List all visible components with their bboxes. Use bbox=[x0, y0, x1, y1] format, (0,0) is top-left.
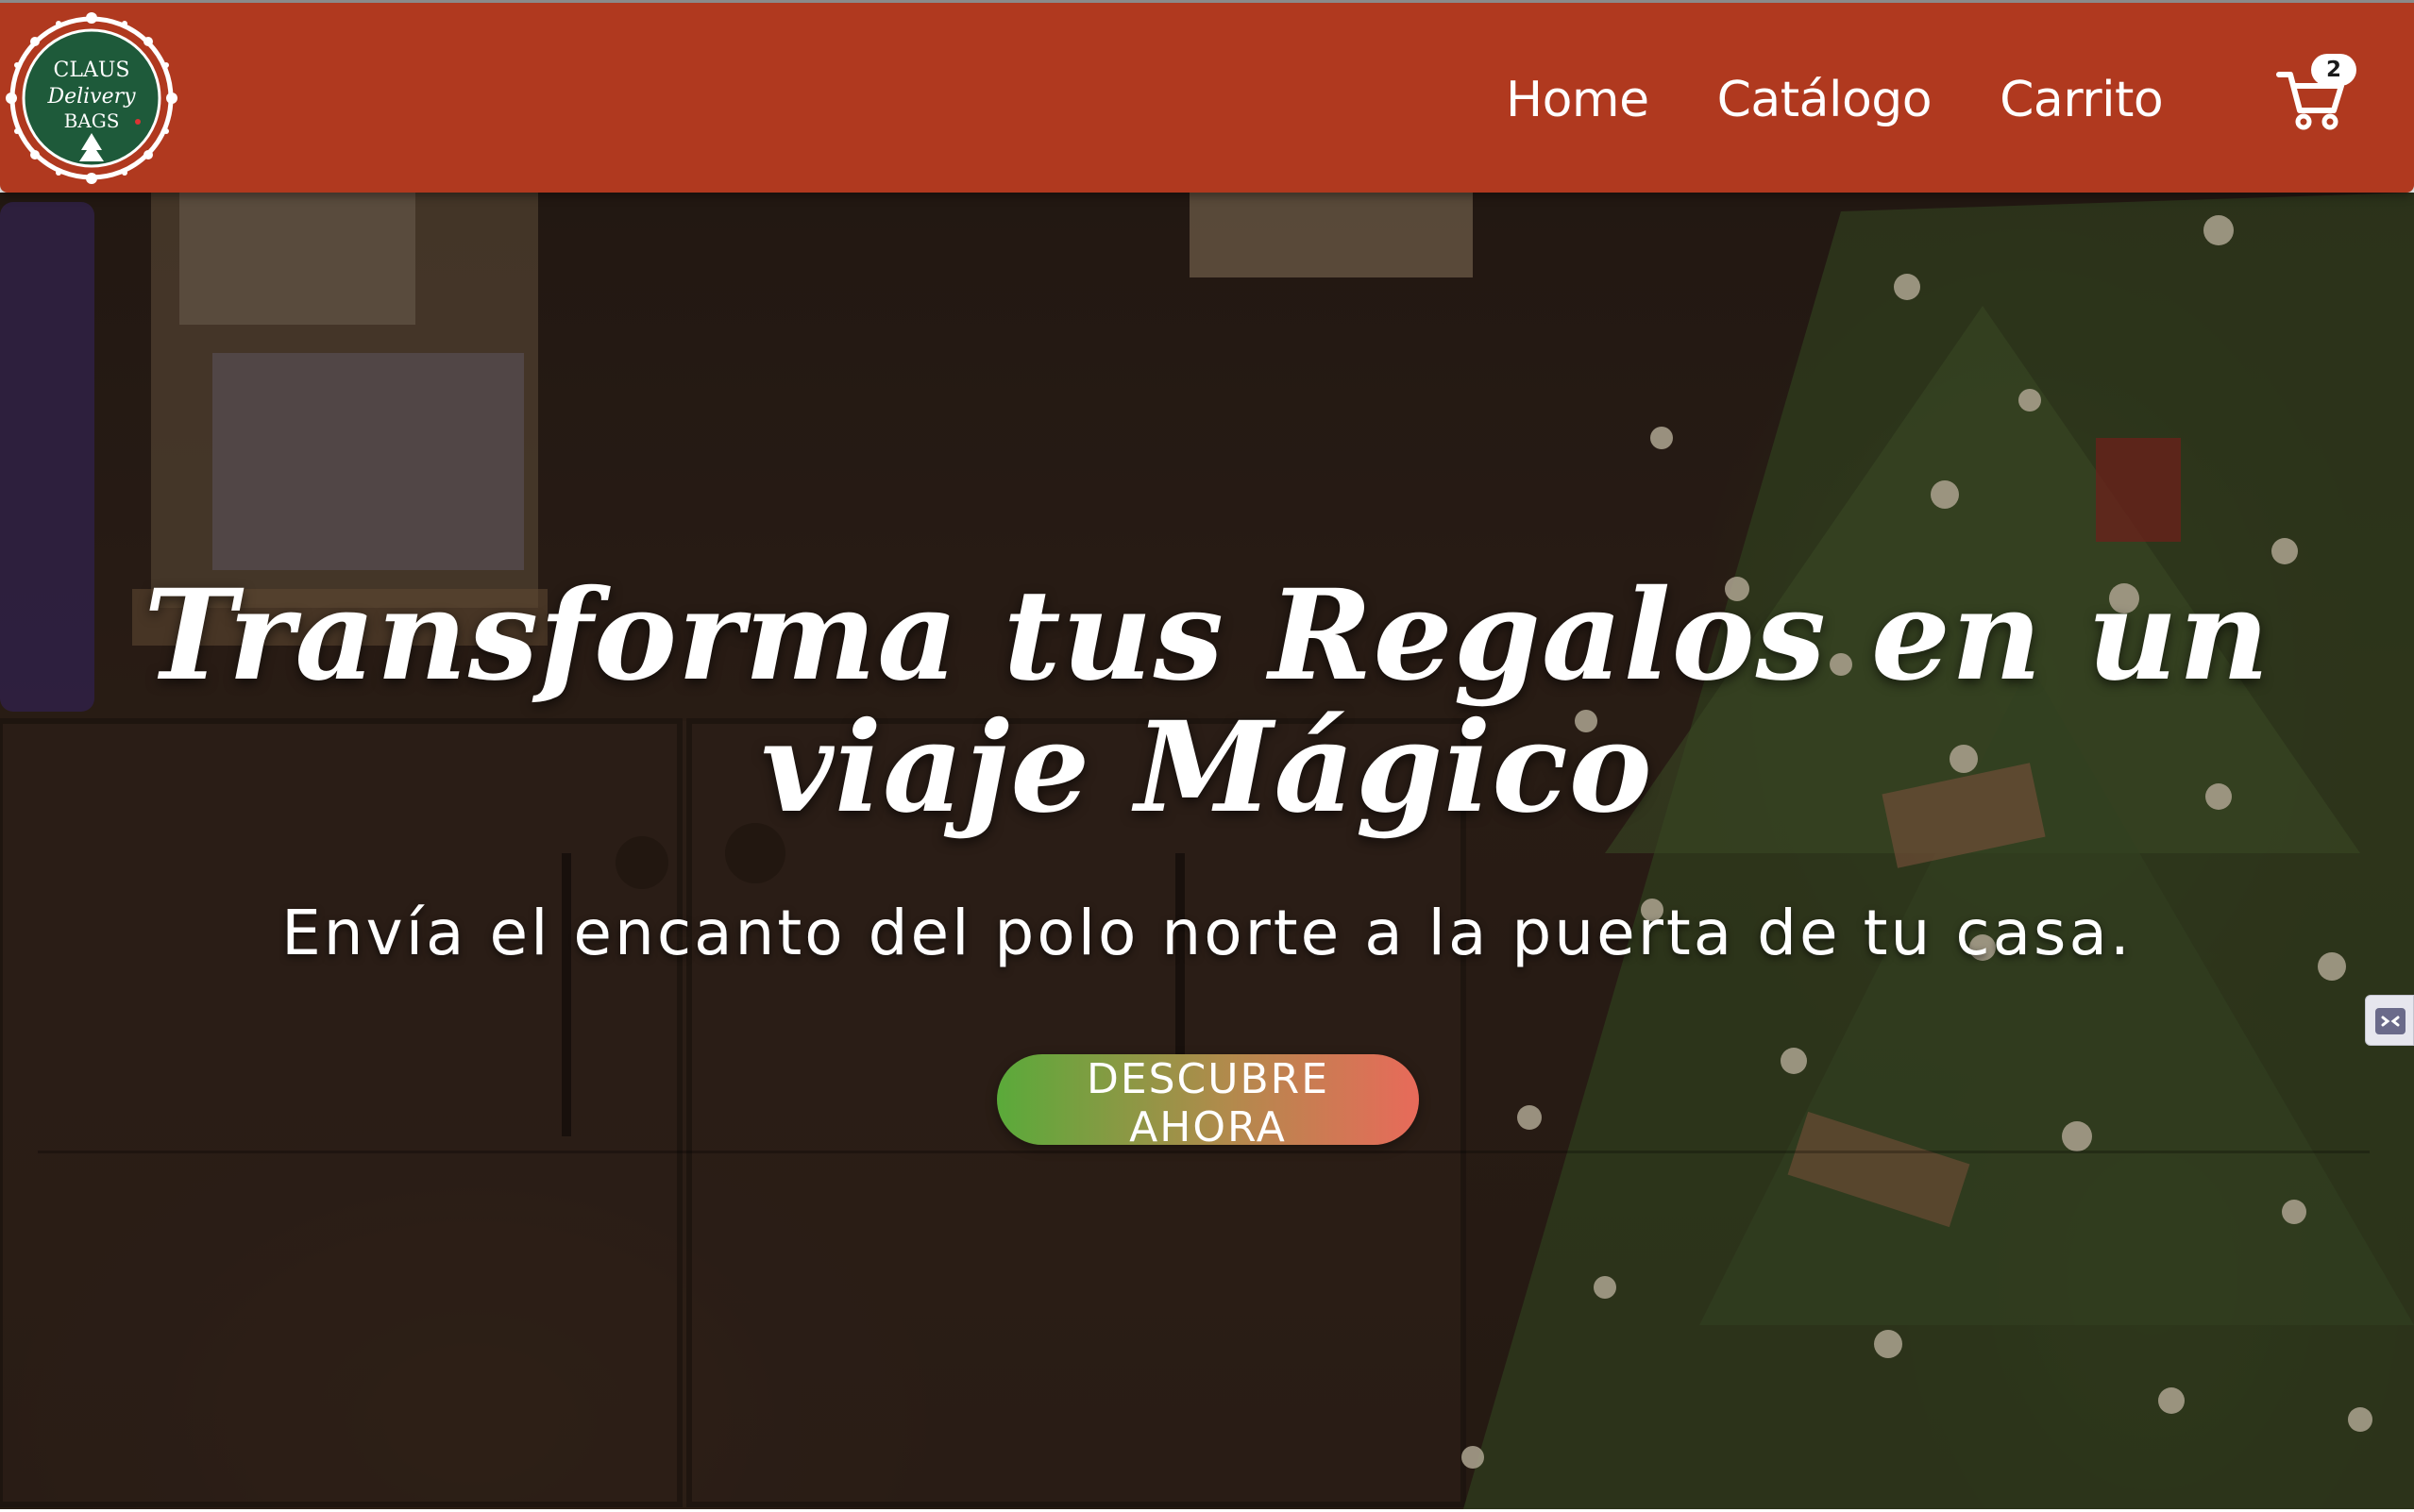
descubre-ahora-button[interactable]: DESCUBRE AHORA bbox=[997, 1054, 1419, 1151]
logo-line2: Delivery bbox=[46, 85, 136, 109]
claus-delivery-bags-logo[interactable]: CLAUS Delivery BAGS bbox=[6, 12, 177, 184]
cart-count-badge: 2 bbox=[2311, 54, 2356, 86]
logo-line1: CLAUS bbox=[54, 59, 130, 82]
logo-line3: BAGS bbox=[64, 109, 120, 132]
navbar: CLAUS Delivery BAGS Home Catálogo Carrit… bbox=[0, 0, 2414, 193]
nav-catalogo-link[interactable]: Catálogo bbox=[1717, 72, 1933, 128]
code-icon bbox=[2375, 1008, 2406, 1034]
hero-section: Transforma tus Regalos en un viaje Mágic… bbox=[0, 193, 2414, 1509]
nav-menu: Home Catálogo Carrito bbox=[1506, 58, 2231, 143]
nav-carrito-link[interactable]: Carrito bbox=[2000, 72, 2164, 128]
hero-dark-overlay bbox=[0, 193, 2414, 1509]
nav-home-link[interactable]: Home bbox=[1506, 72, 1649, 128]
page: CLAUS Delivery BAGS Home Catálogo Carrit… bbox=[0, 0, 2414, 1512]
side-widget-tab[interactable] bbox=[2365, 995, 2414, 1046]
hero-subtitle: Envía el encanto del polo norte a la pue… bbox=[281, 897, 2133, 969]
hero-title: Transforma tus Regalos en un viaje Mágic… bbox=[143, 563, 2271, 841]
